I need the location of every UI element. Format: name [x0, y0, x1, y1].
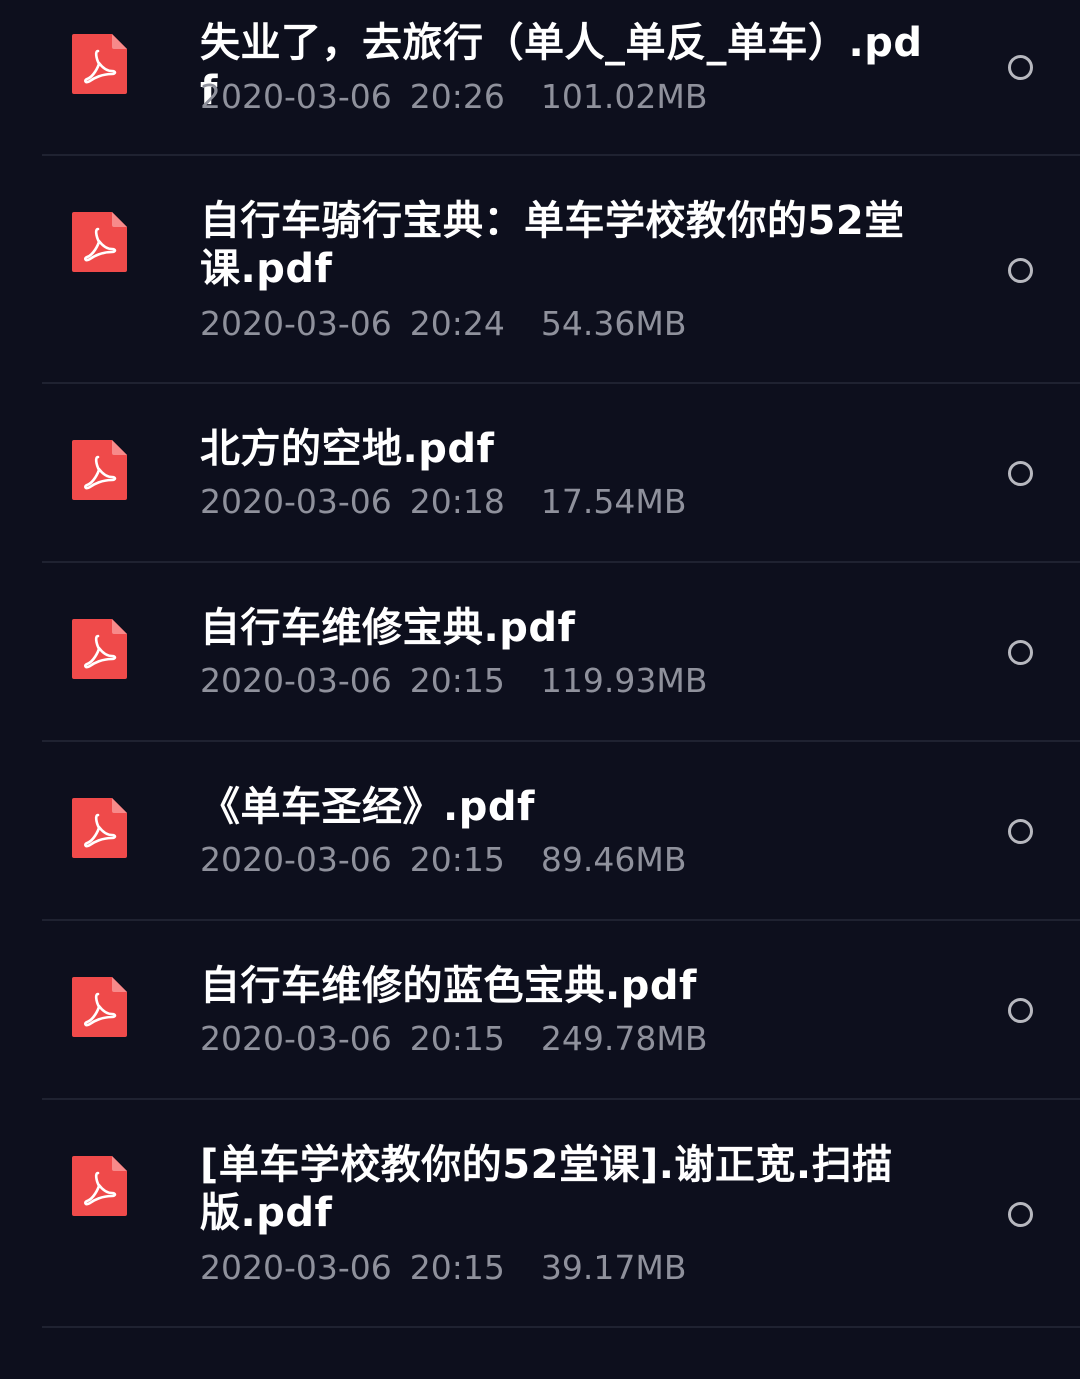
file-time: 20:15: [409, 661, 505, 700]
file-time: 20:24: [409, 304, 505, 343]
pdf-file-icon: [72, 212, 127, 272]
file-date: 2020-03-06: [200, 840, 392, 879]
select-radio[interactable]: [1008, 461, 1033, 486]
select-radio[interactable]: [1008, 258, 1033, 283]
file-row[interactable]: 自行车维修的蓝色宝典.pdf 2020-03-06 20:15 249.78MB: [0, 921, 1080, 1100]
file-meta: 2020-03-06 20:24 54.36MB: [200, 304, 686, 344]
pdf-file-icon: [72, 440, 127, 500]
file-meta: 2020-03-06 20:18 17.54MB: [200, 482, 686, 522]
file-name: [单车学校教你的52堂课].谢正宽.扫描版.pdf: [200, 1142, 893, 1236]
file-row[interactable]: 北方的空地.pdf 2020-03-06 20:18 17.54MB: [0, 384, 1080, 563]
file-name: 自行车维修的蓝色宝典.pdf: [200, 963, 697, 1009]
file-row[interactable]: 《单车圣经》.pdf 2020-03-06 20:15 89.46MB: [0, 742, 1080, 921]
row-divider: [42, 1326, 1080, 1328]
file-date: 2020-03-06: [200, 482, 392, 521]
pdf-file-icon: [72, 798, 127, 858]
file-date: 2020-03-06: [200, 77, 392, 116]
select-radio[interactable]: [1008, 998, 1033, 1023]
pdf-file-icon: [72, 977, 127, 1037]
file-time: 20:15: [409, 1019, 505, 1058]
select-radio[interactable]: [1008, 55, 1033, 80]
select-radio[interactable]: [1008, 1202, 1033, 1227]
pdf-file-icon: [72, 619, 127, 679]
file-size: 101.02MB: [540, 77, 708, 116]
file-meta: 2020-03-06 20:15 39.17MB: [200, 1248, 686, 1288]
file-time: 20:15: [409, 1248, 505, 1287]
file-size: 54.36MB: [540, 304, 687, 343]
file-date: 2020-03-06: [200, 304, 392, 343]
file-name: 自行车维修宝典.pdf: [200, 605, 576, 651]
select-radio[interactable]: [1008, 640, 1033, 665]
file-date: 2020-03-06: [200, 1019, 392, 1058]
pdf-file-icon: [72, 34, 127, 94]
file-size: 17.54MB: [540, 482, 687, 521]
file-date: 2020-03-06: [200, 1248, 392, 1287]
file-meta: 2020-03-06 20:15 89.46MB: [200, 840, 686, 880]
file-size: 249.78MB: [540, 1019, 708, 1058]
file-size: 39.17MB: [540, 1248, 687, 1287]
pdf-file-icon: [72, 1156, 127, 1216]
file-size: 89.46MB: [540, 840, 687, 879]
file-row[interactable]: 自行车骑行宝典：单车学校教你的52堂课.pdf 2020-03-06 20:24 5…: [0, 156, 1080, 384]
file-row[interactable]: 自行车维修宝典.pdf 2020-03-06 20:15 119.93MB: [0, 563, 1080, 742]
file-size: 119.93MB: [540, 661, 708, 700]
file-time: 20:15: [409, 840, 505, 879]
file-meta: 2020-03-06 20:15 249.78MB: [200, 1019, 707, 1059]
select-radio[interactable]: [1008, 819, 1033, 844]
file-name: 《单车圣经》.pdf: [200, 784, 535, 830]
file-row[interactable]: 失业了，去旅行（单人_单反_单车）.pdf 2020-03-06 20:26 101…: [0, 0, 1080, 156]
file-time: 20:18: [409, 482, 505, 521]
file-row[interactable]: [单车学校教你的52堂课].谢正宽.扫描版.pdf 2020-03-06 20:1…: [0, 1100, 1080, 1328]
file-name: 自行车骑行宝典：单车学校教你的52堂课.pdf: [200, 198, 905, 292]
file-time: 20:26: [409, 77, 505, 116]
file-meta: 2020-03-06 20:15 119.93MB: [200, 661, 707, 701]
file-meta: 2020-03-06 20:26 101.02MB: [200, 77, 707, 117]
file-date: 2020-03-06: [200, 661, 392, 700]
file-name: 北方的空地.pdf: [200, 426, 495, 472]
